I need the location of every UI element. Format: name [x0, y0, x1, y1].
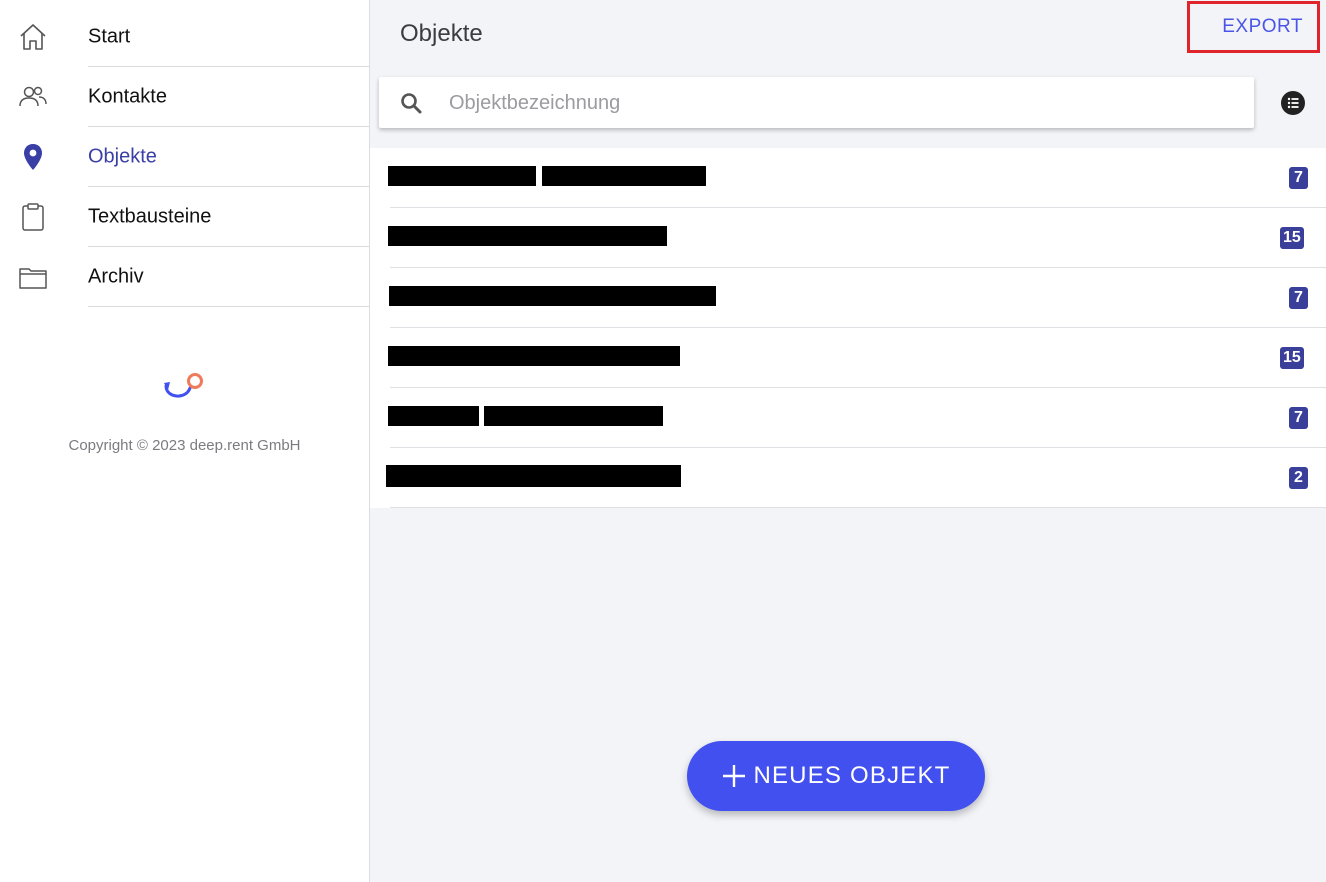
export-button[interactable]: EXPORT [1187, 1, 1320, 53]
list-view-icon[interactable] [1281, 91, 1305, 115]
home-icon [18, 22, 48, 52]
copyright-text: Copyright © 2023 deep.rent GmbH [68, 437, 301, 454]
sidebar-item-kontakte[interactable]: Kontakte [0, 67, 369, 127]
count-badge: 15 [1280, 347, 1304, 369]
sidebar-item-start[interactable]: Start [0, 7, 369, 67]
sidebar: Start Kontakte Objekte Textbausteine Arc… [0, 0, 370, 882]
sidebar-item-label: Archiv [88, 265, 144, 288]
redacted-name [388, 226, 667, 246]
deep-rent-logo [164, 373, 203, 398]
new-object-label: NEUES OBJEKT [753, 762, 951, 789]
page-title: Objekte [400, 20, 483, 47]
users-icon [18, 82, 48, 112]
list-item[interactable]: 15 [370, 208, 1326, 268]
clipboard-icon [18, 202, 48, 232]
search-bar [379, 77, 1254, 130]
sidebar-item-textbausteine[interactable]: Textbausteine [0, 187, 369, 247]
count-badge: 15 [1280, 227, 1304, 249]
count-badge: 7 [1289, 287, 1308, 309]
count-badge: 7 [1289, 167, 1308, 189]
count-badge: 2 [1289, 467, 1308, 489]
plus-icon [723, 765, 746, 787]
divider [390, 507, 1326, 508]
sidebar-item-label: Textbausteine [88, 205, 212, 228]
new-object-button[interactable]: NEUES OBJEKT [687, 741, 985, 811]
redacted-name [389, 286, 716, 306]
redacted-name [388, 346, 680, 366]
list-item[interactable]: 7 [370, 268, 1326, 328]
redacted-name [542, 166, 706, 186]
divider [88, 306, 369, 307]
list-item[interactable]: 7 [370, 388, 1326, 448]
location-pin-icon [18, 142, 48, 172]
folder-icon [18, 262, 48, 292]
list-item[interactable]: 7 [370, 148, 1326, 208]
sidebar-item-objekte[interactable]: Objekte [0, 127, 369, 187]
search-icon [401, 93, 422, 114]
redacted-name [484, 406, 663, 426]
count-badge: 7 [1289, 407, 1308, 429]
list-item[interactable]: 15 [370, 328, 1326, 388]
sidebar-item-label: Kontakte [88, 85, 167, 108]
redacted-name [388, 406, 479, 426]
main-content: Objekte EXPORT 7 15 7 [370, 0, 1326, 882]
object-list: 7 15 7 15 7 2 [370, 148, 1326, 508]
redacted-name [388, 166, 536, 186]
search-input[interactable] [447, 77, 1231, 130]
sidebar-item-label: Start [88, 25, 131, 48]
sidebar-item-label: Objekte [88, 145, 157, 168]
sidebar-item-archiv[interactable]: Archiv [0, 247, 369, 307]
list-item[interactable]: 2 [370, 448, 1326, 508]
redacted-name [386, 465, 681, 487]
